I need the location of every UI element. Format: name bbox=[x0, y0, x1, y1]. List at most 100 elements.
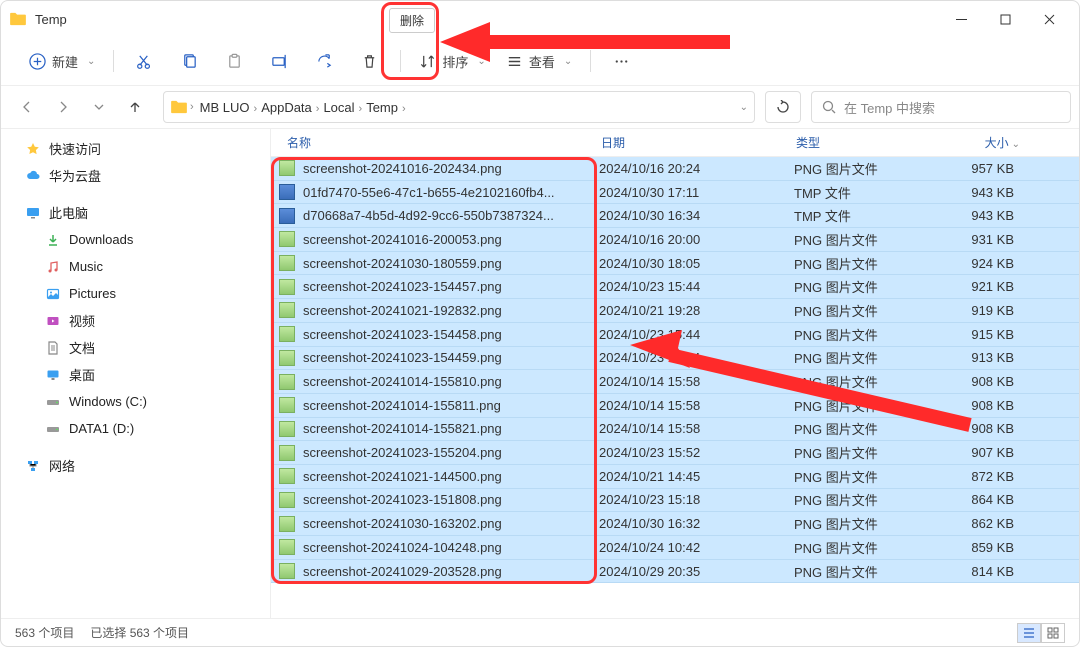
file-type: PNG 图片文件 bbox=[794, 419, 944, 438]
table-row[interactable]: screenshot-20241023-151808.png2024/10/23… bbox=[271, 489, 1079, 513]
video-icon bbox=[45, 314, 61, 328]
table-row[interactable]: screenshot-20241016-200053.png2024/10/16… bbox=[271, 228, 1079, 252]
file-date: 2024/10/21 14:45 bbox=[599, 469, 794, 484]
breadcrumb-item[interactable]: Local bbox=[319, 98, 358, 117]
table-row[interactable]: screenshot-20241014-155811.png2024/10/14… bbox=[271, 394, 1079, 418]
file-type: PNG 图片文件 bbox=[794, 254, 944, 273]
table-row[interactable]: screenshot-20241023-154457.png2024/10/23… bbox=[271, 275, 1079, 299]
col-size[interactable]: 大小⌄ bbox=[946, 134, 1026, 151]
chevron-down-icon: ⌄ bbox=[87, 56, 95, 67]
png-file-icon bbox=[279, 516, 295, 532]
paste-button[interactable] bbox=[212, 43, 257, 79]
file-date: 2024/10/14 15:58 bbox=[599, 398, 794, 413]
sidebar-item-c-drive[interactable]: Windows (C:) bbox=[1, 388, 270, 415]
file-name: screenshot-20241030-180559.png bbox=[303, 256, 599, 271]
new-button[interactable]: 新建 ⌄ bbox=[19, 43, 105, 79]
png-file-icon bbox=[279, 445, 295, 461]
desktop-icon bbox=[45, 368, 61, 382]
table-row[interactable]: 01fd7470-55e6-47c1-b655-4e2102160fb4...2… bbox=[271, 181, 1079, 205]
file-type: PNG 图片文件 bbox=[794, 325, 944, 344]
table-row[interactable]: screenshot-20241023-155204.png2024/10/23… bbox=[271, 441, 1079, 465]
file-name: screenshot-20241014-155810.png bbox=[303, 374, 599, 389]
sidebar-item-this-pc[interactable]: 此电脑 bbox=[1, 199, 270, 226]
file-size: 859 KB bbox=[944, 540, 1024, 555]
maximize-button[interactable] bbox=[983, 4, 1027, 34]
table-row[interactable]: screenshot-20241030-180559.png2024/10/30… bbox=[271, 252, 1079, 276]
pc-icon bbox=[25, 206, 41, 220]
col-date[interactable]: 日期 bbox=[601, 134, 796, 151]
share-button[interactable] bbox=[302, 43, 347, 79]
file-date: 2024/10/23 15:44 bbox=[599, 279, 794, 294]
cut-button[interactable] bbox=[122, 43, 167, 79]
table-row[interactable]: screenshot-20241021-192832.png2024/10/21… bbox=[271, 299, 1079, 323]
chevron-down-icon: ⌄ bbox=[477, 56, 485, 67]
png-file-icon bbox=[279, 397, 295, 413]
sidebar-item-huawei[interactable]: 华为云盘 bbox=[1, 162, 270, 189]
png-file-icon bbox=[279, 279, 295, 295]
file-type: PNG 图片文件 bbox=[794, 396, 944, 415]
table-row[interactable]: screenshot-20241021-144500.png2024/10/21… bbox=[271, 465, 1079, 489]
sidebar-item-desktop[interactable]: 桌面 bbox=[1, 361, 270, 388]
drive-icon bbox=[45, 395, 61, 409]
file-type: PNG 图片文件 bbox=[794, 348, 944, 367]
table-row[interactable]: screenshot-20241029-203528.png2024/10/29… bbox=[271, 560, 1079, 584]
sidebar-item-network[interactable]: 网络 bbox=[1, 452, 270, 479]
file-type: PNG 图片文件 bbox=[794, 301, 944, 320]
sidebar-item-music[interactable]: Music bbox=[1, 253, 270, 280]
png-file-icon bbox=[279, 563, 295, 579]
sidebar-item-d-drive[interactable]: DATA1 (D:) bbox=[1, 415, 270, 442]
sidebar-item-quick-access[interactable]: 快速访问 bbox=[1, 135, 270, 162]
recent-dropdown[interactable] bbox=[81, 89, 117, 125]
cloud-icon bbox=[25, 169, 41, 183]
file-name: screenshot-20241023-154457.png bbox=[303, 279, 599, 294]
file-date: 2024/10/24 10:42 bbox=[599, 540, 794, 555]
minimize-button[interactable] bbox=[939, 4, 983, 34]
music-icon bbox=[45, 260, 61, 274]
close-button[interactable] bbox=[1027, 4, 1071, 34]
file-list[interactable]: screenshot-20241016-202434.png2024/10/16… bbox=[271, 157, 1079, 618]
rename-button[interactable] bbox=[257, 43, 302, 79]
breadcrumb-item[interactable]: AppData bbox=[257, 98, 316, 117]
png-file-icon bbox=[279, 539, 295, 555]
chevron-down-icon[interactable]: ⌄ bbox=[740, 102, 748, 113]
sidebar-item-downloads[interactable]: Downloads bbox=[1, 226, 270, 253]
search-box[interactable]: 在 Temp 中搜索 bbox=[811, 91, 1071, 123]
breadcrumb-item[interactable]: Temp bbox=[362, 98, 402, 117]
file-name: d70668a7-4b5d-4d92-9cc6-550b7387324... bbox=[303, 208, 599, 223]
more-button[interactable] bbox=[599, 43, 644, 79]
thumbnails-view-button[interactable] bbox=[1041, 623, 1065, 643]
table-row[interactable]: screenshot-20241016-202434.png2024/10/16… bbox=[271, 157, 1079, 181]
view-button[interactable]: 查看 ⌄ bbox=[496, 43, 582, 79]
refresh-button[interactable] bbox=[765, 91, 801, 123]
sidebar-item-documents[interactable]: 文档 bbox=[1, 334, 270, 361]
sidebar-item-pictures[interactable]: Pictures bbox=[1, 280, 270, 307]
table-row[interactable]: screenshot-20241024-104248.png2024/10/24… bbox=[271, 536, 1079, 560]
table-row[interactable]: screenshot-20241023-154458.png2024/10/23… bbox=[271, 323, 1079, 347]
file-size: 908 KB bbox=[944, 374, 1024, 389]
file-date: 2024/10/30 18:05 bbox=[599, 256, 794, 271]
file-date: 2024/10/16 20:24 bbox=[599, 161, 794, 176]
col-type[interactable]: 类型 bbox=[796, 134, 946, 151]
file-type: TMP 文件 bbox=[794, 206, 944, 225]
table-row[interactable]: d70668a7-4b5d-4d92-9cc6-550b7387324...20… bbox=[271, 204, 1079, 228]
forward-button[interactable] bbox=[45, 89, 81, 125]
file-date: 2024/10/23 15:18 bbox=[599, 492, 794, 507]
network-icon bbox=[25, 459, 41, 473]
file-type: PNG 图片文件 bbox=[794, 467, 944, 486]
back-button[interactable] bbox=[9, 89, 45, 125]
file-size: 957 KB bbox=[944, 161, 1024, 176]
breadcrumb-item[interactable]: MB LUO bbox=[196, 98, 254, 117]
png-file-icon bbox=[279, 350, 295, 366]
up-button[interactable] bbox=[117, 89, 153, 125]
col-name[interactable]: 名称 bbox=[279, 134, 601, 151]
file-date: 2024/10/23 15:52 bbox=[599, 445, 794, 460]
table-row[interactable]: screenshot-20241023-154459.png2024/10/23… bbox=[271, 347, 1079, 371]
png-file-icon bbox=[279, 302, 295, 318]
table-row[interactable]: screenshot-20241014-155810.png2024/10/14… bbox=[271, 370, 1079, 394]
table-row[interactable]: screenshot-20241030-163202.png2024/10/30… bbox=[271, 512, 1079, 536]
table-row[interactable]: screenshot-20241014-155821.png2024/10/14… bbox=[271, 418, 1079, 442]
sidebar-item-videos[interactable]: 视频 bbox=[1, 307, 270, 334]
address-bar[interactable]: › MB LUO›AppData›Local›Temp› ⌄ bbox=[163, 91, 755, 123]
copy-button[interactable] bbox=[167, 43, 212, 79]
details-view-button[interactable] bbox=[1017, 623, 1041, 643]
